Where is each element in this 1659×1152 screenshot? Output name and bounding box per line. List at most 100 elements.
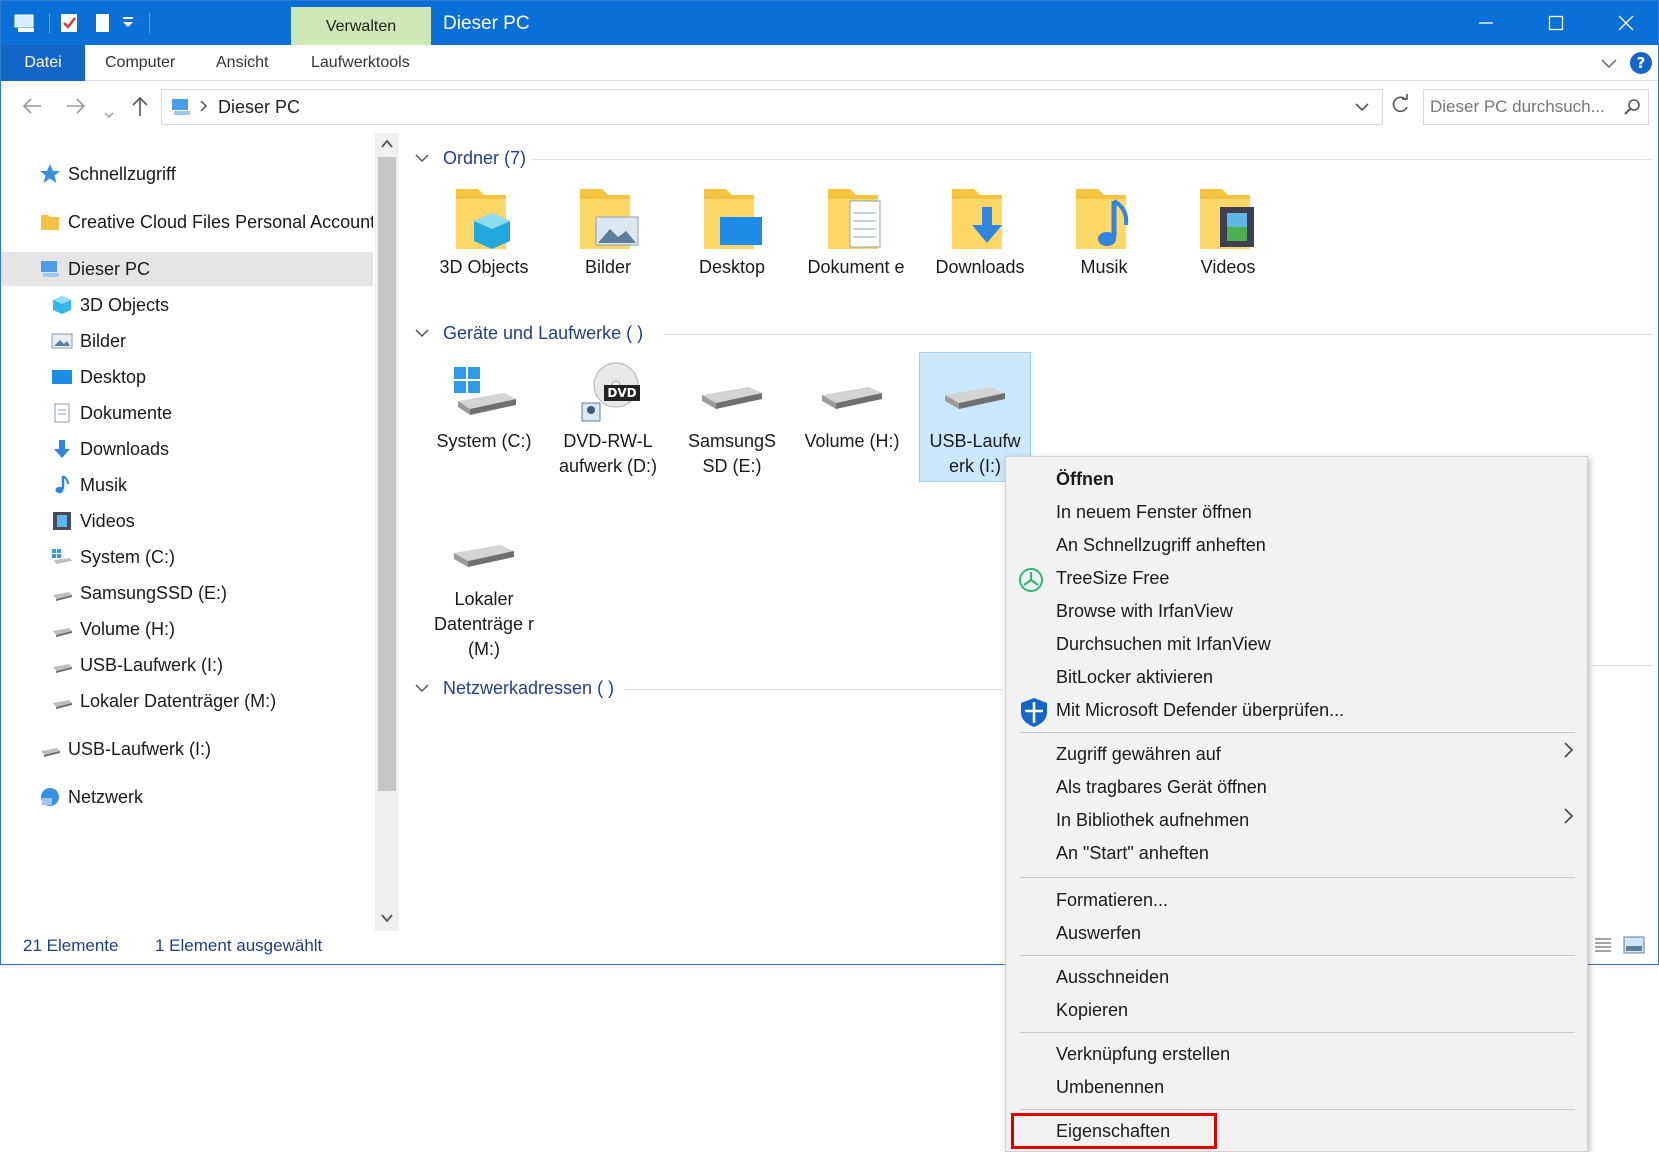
download-arrow-icon [51,438,73,460]
status-selection: 1 Element ausgewählt [155,936,323,955]
details-view-icon[interactable] [1593,936,1613,959]
folder-tile-musik[interactable]: Musik [1049,185,1159,280]
film-icon [1194,185,1262,253]
folder-tile-videos[interactable]: Videos [1173,185,1283,280]
drive-tile-system-c[interactable]: System (C:) [429,359,539,454]
back-arrow-icon[interactable] [21,95,43,123]
minimize-button[interactable] [1451,1,1521,45]
menu-item-umbenennen[interactable]: Umbenennen [1006,1071,1589,1103]
sidebar-item-dokumente[interactable]: Dokumente [1,396,373,430]
sidebar-item-volume-h[interactable]: Volume (H:) [1,612,373,646]
large-icons-view-icon[interactable] [1623,936,1645,959]
quick-access-dropdown-icon[interactable] [121,15,135,39]
menu-item-ausschneiden[interactable]: Ausschneiden [1006,961,1589,993]
forward-arrow-icon[interactable] [65,95,87,123]
tab-ansicht[interactable]: Ansicht [216,45,268,81]
sidebar-item-bilder[interactable]: Bilder [1,324,373,358]
menu-item-defender[interactable]: Mit Microsoft Defender überprüfen... [1006,694,1589,727]
title-bar: Verwalten Dieser PC [1,1,1658,45]
sidebar-item-musik[interactable]: Musik [1,468,373,502]
group-header-ordner[interactable]: Ordner (7) [415,143,526,173]
menu-item-bibliothek[interactable]: In Bibliothek aufnehmen [1006,804,1589,836]
breadcrumb-chevron-icon[interactable] [198,97,210,120]
cube-icon [450,185,518,253]
help-icon[interactable]: ? [1629,51,1653,80]
maximize-button[interactable] [1521,1,1591,45]
scrollbar-thumb[interactable] [378,157,396,791]
sidebar-item-creative-cloud[interactable]: Creative Cloud Files Personal Account a [1,205,373,239]
menu-item-verknuepfung[interactable]: Verknüpfung erstellen [1006,1038,1589,1070]
group-header-geraete[interactable]: Geräte und Laufwerke ( ) [415,318,643,348]
group-header-netzwerkadressen[interactable]: Netzwerkadressen ( ) [415,673,614,703]
drive-tile-volume-h[interactable]: Volume (H:) [797,359,907,454]
drive-tile-samsungssd-e[interactable]: SamsungS SD (E:) [677,359,787,479]
scroll-up-icon[interactable] [380,137,394,156]
sidebar-item-downloads[interactable]: Downloads [1,432,373,466]
close-button[interactable] [1591,1,1659,45]
sidebar-item-samsungssd-e[interactable]: SamsungSSD (E:) [1,576,373,610]
sidebar-item-3d-objects[interactable]: 3D Objects [1,288,373,322]
pictures-icon [51,330,73,352]
menu-item-tragbares-geraet[interactable]: Als tragbares Gerät öffnen [1006,771,1589,803]
dvd-badge-text: DVD [607,386,636,400]
folder-icon [39,211,61,233]
ribbon-expand-icon[interactable] [1599,53,1619,78]
menu-item-formatieren[interactable]: Formatieren... [1006,884,1589,916]
folder-tile-3d-objects[interactable]: 3D Objects [429,185,539,280]
new-folder-icon[interactable] [93,11,113,35]
folder-tile-desktop[interactable]: Desktop [677,185,787,280]
menu-item-zugriff-gewaehren[interactable]: Zugriff gewähren auf [1006,738,1589,770]
sidebar-item-desktop[interactable]: Desktop [1,360,373,394]
tab-verwalten[interactable]: Verwalten [291,7,431,45]
menu-item-durchsuchen-irfanview[interactable]: Durchsuchen mit IrfanView [1006,628,1589,660]
folder-tile-downloads[interactable]: Downloads [925,185,1035,280]
menu-item-kopieren[interactable]: Kopieren [1006,994,1589,1026]
computer-app-icon[interactable] [13,11,39,35]
submenu-arrow-icon [1563,738,1575,770]
menu-item-neues-fenster[interactable]: In neuem Fenster öffnen [1006,496,1589,528]
system-drive-icon [51,546,73,568]
sidebar-item-netzwerk[interactable]: Netzwerk [1,780,373,814]
address-dropdown-icon[interactable] [1354,99,1370,120]
recent-locations-chevron-icon[interactable] [103,101,115,127]
menu-item-start-anheften[interactable]: An "Start" anheften [1006,837,1589,869]
sidebar-item-lokaler-datentraeger-m[interactable]: Lokaler Datenträger (M:) [1,684,373,718]
sidebar-item-dieser-pc[interactable]: Dieser PC [1,252,373,286]
drive-icon [39,738,61,760]
drive-icon [698,359,766,427]
download-arrow-icon [946,185,1014,253]
network-icon [39,786,61,808]
treesize-icon [1018,567,1044,593]
menu-item-oeffnen[interactable]: Öffnen [1006,463,1589,495]
properties-check-icon[interactable] [59,11,81,35]
sidebar-item-usb-laufwerk-i[interactable]: USB-Laufwerk (I:) [1,648,373,682]
address-bar[interactable]: Dieser PC [161,89,1383,125]
menu-item-bitlocker[interactable]: BitLocker aktivieren [1006,661,1589,693]
dvd-drive-icon: DVD [574,359,642,427]
folder-tile-bilder[interactable]: Bilder [553,185,663,280]
drive-tile-lokaler-datentraeger-m[interactable]: Lokaler Datenträge r (M:) [429,517,539,662]
tab-datei[interactable]: Datei [1,45,85,81]
search-icon[interactable] [1622,97,1642,122]
window-title: Dieser PC [443,13,530,34]
minimize-icon [1479,22,1493,24]
sidebar-item-videos[interactable]: Videos [1,504,373,538]
refresh-icon[interactable] [1389,94,1411,121]
cube-icon [51,294,73,316]
menu-item-schnellzugriff-anheften[interactable]: An Schnellzugriff anheften [1006,529,1589,561]
sidebar-scrollbar[interactable] [375,133,399,931]
address-row: Dieser PC Dieser PC durchsuch... [1,81,1658,133]
sidebar-item-usb-laufwerk-root[interactable]: USB-Laufwerk (I:) [1,732,373,766]
up-arrow-icon[interactable] [129,95,151,123]
sidebar-item-system-c[interactable]: System (C:) [1,540,373,574]
sidebar-item-schnellzugriff[interactable]: Schnellzugriff [1,157,373,191]
menu-item-browse-irfanview[interactable]: Browse with IrfanView [1006,595,1589,627]
menu-item-treesize[interactable]: TreeSize Free [1006,562,1589,594]
tab-laufwerktools[interactable]: Laufwerktools [311,45,410,81]
address-path[interactable]: Dieser PC [218,90,300,124]
search-input[interactable]: Dieser PC durchsuch... [1423,89,1649,125]
folder-tile-dokumente[interactable]: Dokument e [801,185,911,280]
tab-computer[interactable]: Computer [105,45,175,81]
menu-item-auswerfen[interactable]: Auswerfen [1006,917,1589,949]
drive-tile-dvd-d[interactable]: DVD DVD-RW-L aufwerk (D:) [553,359,663,479]
